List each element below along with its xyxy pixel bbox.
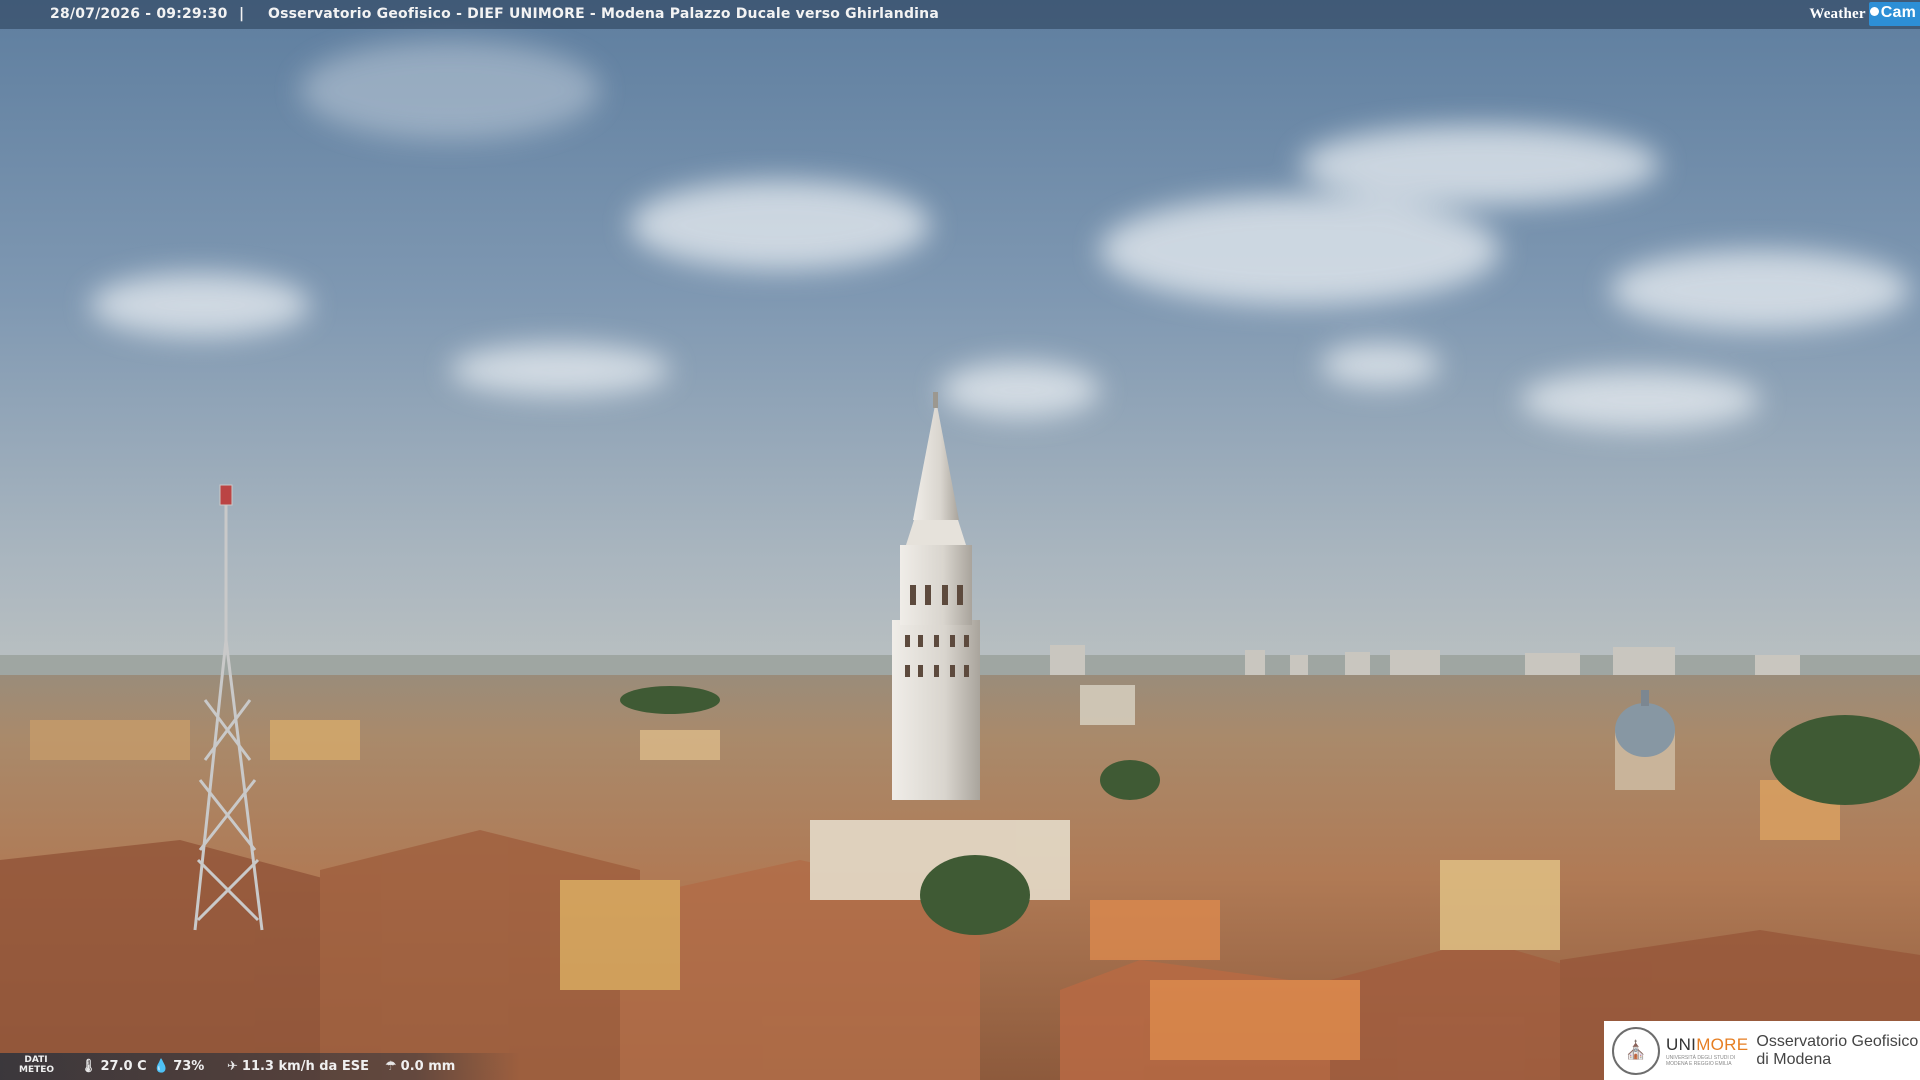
wind-reading: ✈ 11.3 km/h da ESE xyxy=(227,1059,369,1074)
meteo-label: DATI METEO xyxy=(19,1055,55,1075)
meteo-data-bar: DATI METEO 🌡 27.0 C 💧 73% ✈ 11.3 km/h da… xyxy=(0,1053,520,1080)
rain-value: 0.0 mm xyxy=(400,1059,456,1074)
observatory-line1: Osservatorio Geofisico xyxy=(1756,1032,1919,1050)
unimore-subtitle-2: MODENA E REGGIO EMILIA xyxy=(1666,1060,1732,1067)
camera-title: Osservatorio Geofisico - DIEF UNIMORE - … xyxy=(268,6,939,22)
thermometer-icon: 🌡 xyxy=(80,1059,97,1074)
temperature-value: 27.0 C xyxy=(100,1059,147,1074)
unimore-logo-box: ⛪ UNIMORE UNIVERSITÀ DEGLI STUDI DI MODE… xyxy=(1604,1021,1920,1080)
observatory-name: Osservatorio Geofisico di Modena xyxy=(1756,1033,1918,1069)
humidity-drop-icon: 💧 xyxy=(153,1059,170,1074)
meteo-label-line2: METEO xyxy=(19,1065,55,1075)
wind-value: 11.3 km/h da ESE xyxy=(241,1059,369,1074)
humidity-reading: 💧 73% xyxy=(153,1059,204,1074)
brand-weather: Weather xyxy=(1809,5,1866,22)
unimore-name: UNIMORE xyxy=(1666,1035,1748,1055)
weathercam-logo: Weather Cam xyxy=(1809,0,1920,28)
unimore-brand: UNIMORE UNIVERSITÀ DEGLI STUDI DI MODENA… xyxy=(1666,1035,1748,1067)
webcam-scene xyxy=(0,0,1920,1080)
observatory-line2: di Modena xyxy=(1756,1050,1832,1068)
wind-icon: ✈ xyxy=(227,1059,238,1074)
temperature-reading: 🌡 27.0 C xyxy=(80,1059,147,1074)
unimore-prefix: UNI xyxy=(1666,1034,1697,1054)
unimore-suffix: MORE xyxy=(1696,1034,1749,1054)
university-seal-icon: ⛪ xyxy=(1612,1026,1660,1075)
brand-cam: Cam xyxy=(1868,2,1920,26)
humidity-value: 73% xyxy=(173,1059,205,1074)
rain-reading: ☂ 0.0 mm xyxy=(385,1059,455,1074)
title-separator: | xyxy=(239,6,245,22)
meteo-label-line1: DATI xyxy=(24,1055,48,1065)
overlay-topbar: 28/07/2026 - 09:29:30 | Osservatorio Geo… xyxy=(0,0,1920,29)
rain-icon: ☂ xyxy=(385,1059,397,1074)
timestamp: 28/07/2026 - 09:29:30 xyxy=(50,6,228,22)
